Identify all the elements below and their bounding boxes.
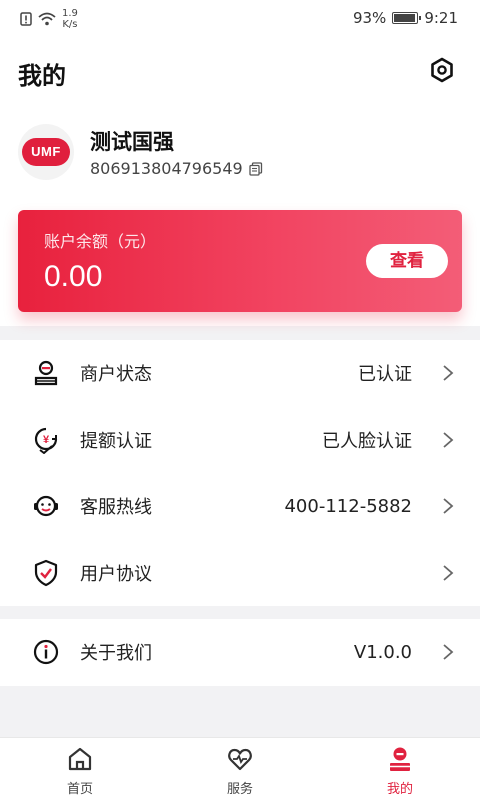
menu-label: 客服热线	[80, 497, 152, 519]
status-bar: 1.9 K/s 93% 9:21	[0, 0, 480, 36]
chevron-right-icon	[443, 565, 454, 581]
tab-service[interactable]: 服务	[160, 738, 320, 800]
menu-value: 400-112-5882	[284, 495, 412, 517]
copy-icon[interactable]	[249, 161, 263, 176]
mine-icon	[390, 747, 410, 771]
menu-value: 已人脸认证	[322, 430, 412, 452]
battery-fill	[394, 14, 415, 22]
heart-service-icon	[228, 748, 252, 771]
battery-percent: 93%	[352, 9, 387, 27]
speed-value: 1.9	[62, 8, 78, 19]
user-id: 806913804796549	[90, 159, 243, 178]
avatar-logo: UMF	[22, 138, 70, 166]
menu-label: 用户协议	[80, 563, 152, 585]
tab-label: 我的	[386, 782, 413, 797]
menu-item-user-agreement[interactable]: 用户协议	[0, 540, 480, 607]
status-right: 93% 9:21	[353, 9, 458, 27]
menu-item-about-us[interactable]: 关于我们 V1.0.0	[0, 619, 480, 686]
balance-label: 账户余额（元）	[44, 232, 157, 251]
limit-certification-icon: ¥	[34, 427, 58, 454]
network-speed: 1.9 K/s	[62, 8, 78, 30]
avatar[interactable]: UMF	[18, 124, 74, 180]
chevron-right-icon	[443, 498, 454, 514]
chevron-right-icon	[443, 365, 454, 381]
customer-service-icon	[34, 496, 58, 517]
menu-group-main: 商户状态 已认证 ¥ 提额认证 已人脸认证 客服热线 400-112-5882	[0, 340, 480, 606]
tab-mine[interactable]: 我的	[320, 738, 480, 800]
balance-card: 账户余额（元） 0.00 查看	[18, 210, 462, 312]
balance-value: 0.00	[44, 260, 103, 293]
tab-label: 首页	[66, 782, 93, 797]
shield-check-icon	[34, 559, 58, 586]
home-icon	[68, 747, 92, 771]
chevron-right-icon	[443, 432, 454, 448]
user-name: 测试国强	[90, 130, 174, 154]
svg-text:¥: ¥	[43, 434, 50, 446]
hexagon-settings-icon[interactable]	[428, 56, 456, 84]
page-title: 我的	[18, 62, 66, 90]
battery-icon	[392, 12, 422, 24]
menu-item-limit-certification[interactable]: ¥ 提额认证 已人脸认证	[0, 407, 480, 474]
merchant-status-icon	[34, 361, 58, 386]
menu-item-customer-service[interactable]: 客服热线 400-112-5882	[0, 473, 480, 540]
menu-label: 关于我们	[80, 643, 152, 665]
tab-label: 服务	[226, 782, 253, 797]
speed-unit: K/s	[62, 19, 78, 30]
notification-icon	[20, 12, 32, 26]
clock: 9:21	[424, 9, 458, 27]
menu-value: V1.0.0	[353, 641, 412, 663]
menu-label: 商户状态	[80, 364, 152, 386]
menu-value: 已认证	[358, 364, 412, 386]
status-left: 1.9 K/s	[20, 8, 78, 30]
chevron-right-icon	[443, 644, 454, 660]
menu-label: 提额认证	[80, 430, 152, 452]
menu-item-merchant-status[interactable]: 商户状态 已认证	[0, 340, 480, 407]
profile-header: 我的 UMF 测试国强 806913804796549 账户余额（元） 0.00…	[0, 36, 480, 326]
user-id-row: 806913804796549	[90, 159, 263, 178]
wifi-icon	[38, 12, 56, 26]
info-icon	[33, 640, 59, 665]
tab-home[interactable]: 首页	[0, 738, 160, 800]
bottom-tab-bar: 首页 服务 我的	[0, 737, 480, 800]
view-balance-button[interactable]: 查看	[366, 244, 448, 278]
menu-group-about: 关于我们 V1.0.0	[0, 619, 480, 686]
